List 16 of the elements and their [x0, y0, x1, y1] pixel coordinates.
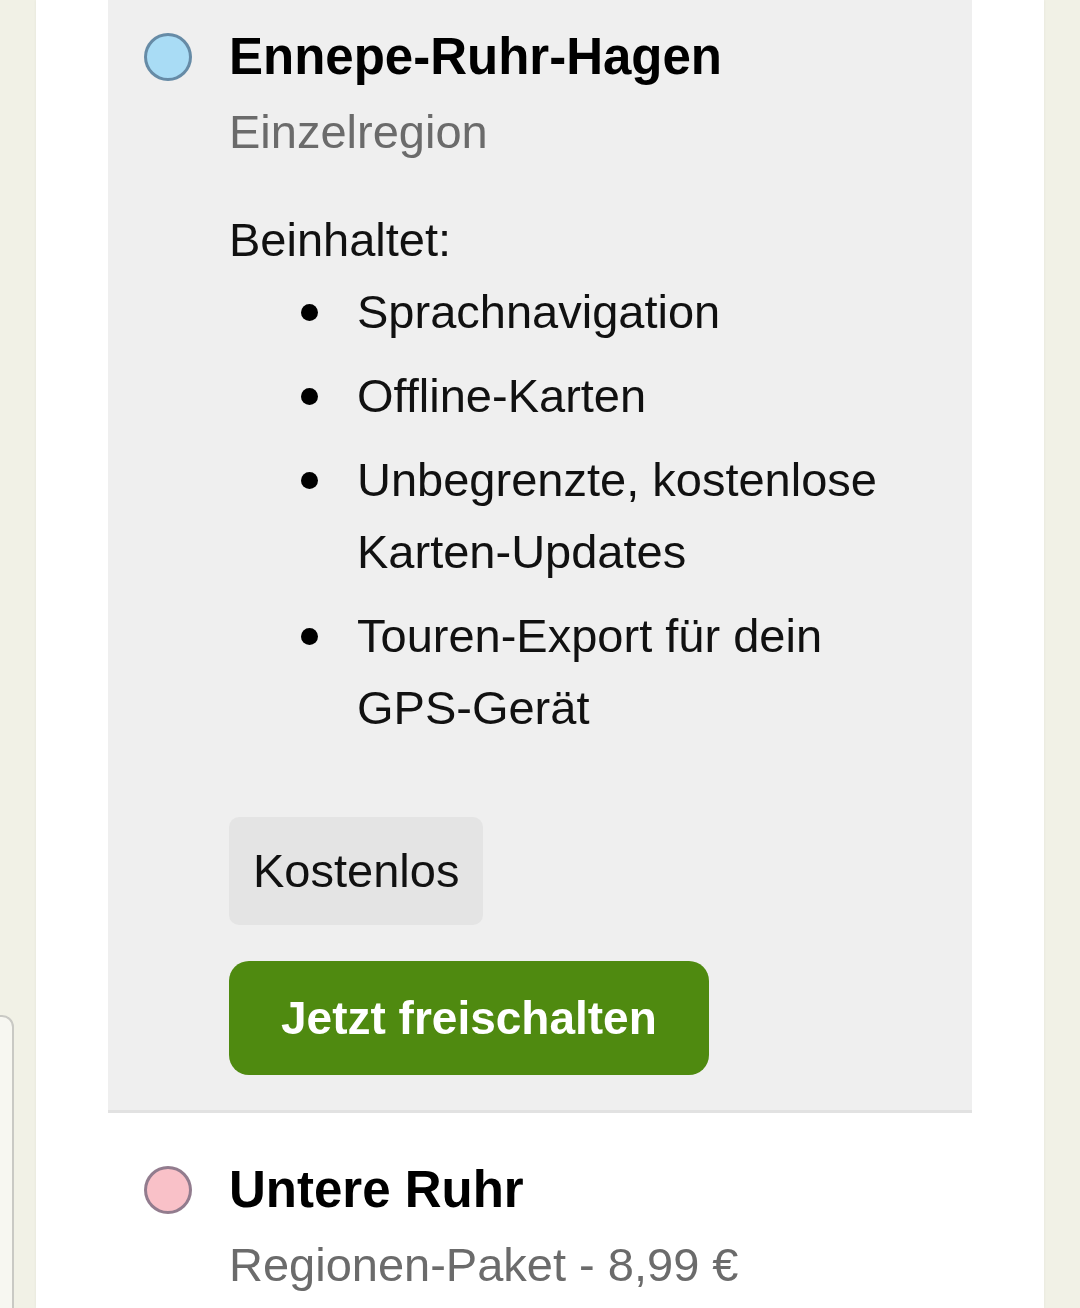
region-title: Ennepe-Ruhr-Hagen — [229, 29, 723, 85]
feature-text: Offline-Karten — [357, 368, 647, 424]
includes-label: Beinhaltet: — [229, 212, 452, 268]
region-title: Untere Ruhr — [229, 1162, 524, 1218]
bullet-icon — [301, 472, 318, 489]
bullet-icon — [301, 388, 318, 405]
price-badge: Kostenlos — [229, 817, 484, 925]
region-subtitle: Einzelregion — [229, 104, 488, 160]
feature-text: Unbegrenzte, kostenlose Karten-Updates — [357, 452, 878, 580]
feature-text: Sprachnavigation — [357, 284, 721, 340]
selected-region-panel[interactable]: Ennepe-Ruhr-Hagen Einzelregion Beinhaltet: Sprachnavigation Offline-Karten Unbegrenzte, kostenlose Karten-Updates Touren-Export für dein GPS-Gerät Kostenlos Jetzt freischalten — [108, 0, 972, 1113]
feature-text: Touren-Export für dein GPS-Gerät — [357, 608, 824, 736]
region-subtitle: Regionen-Paket - 8,99 € — [229, 1237, 739, 1293]
unlock-button[interactable]: Jetzt freischalten — [229, 961, 709, 1075]
bullet-icon — [301, 628, 318, 645]
bullet-icon — [301, 304, 318, 321]
